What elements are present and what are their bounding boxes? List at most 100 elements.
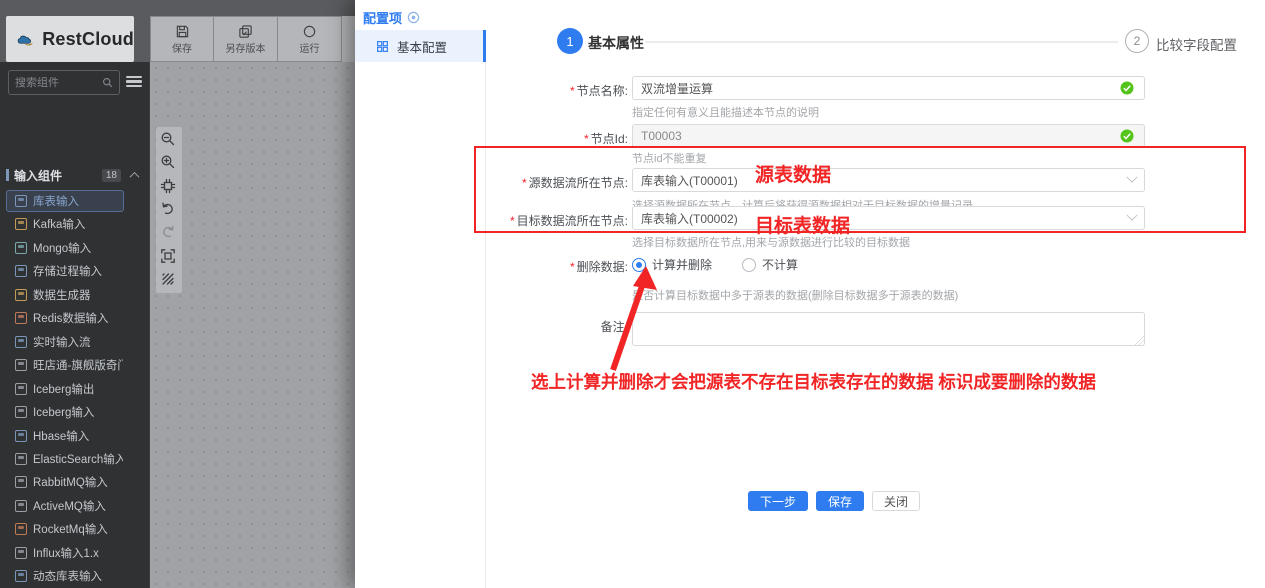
run-button[interactable]: 运行 <box>278 16 342 62</box>
grid-icon <box>377 40 388 52</box>
node-name-input[interactable]: 双流增量运算 <box>632 76 1145 100</box>
sidebar-item[interactable]: 数据生成器 <box>6 284 124 306</box>
canvas-tool-strip <box>156 127 182 293</box>
cloud-logo-icon <box>17 35 33 46</box>
influx-input-icon <box>15 546 27 559</box>
flow-designer-screen: RestCloud 保存 另存版本 运行 搜索组件 输入组件 18 库表输入 K… <box>0 0 1265 588</box>
sidebar-item[interactable]: Iceberg输出 <box>6 378 124 400</box>
node-id-input: T00003 <box>632 124 1145 148</box>
target-node-select[interactable]: 库表输入(T00002) <box>632 206 1145 230</box>
sidebar-item[interactable]: Mongo输入 <box>6 237 124 259</box>
brand-name: RestCloud <box>42 28 134 49</box>
count-badge: 18 <box>101 168 121 182</box>
field-help: 指定任何有意义且能描述本节点的说明 <box>632 107 819 119</box>
field-help: 节点id不能重复 <box>632 153 707 165</box>
sidebar-item[interactable]: Kafka输入 <box>6 213 124 235</box>
save-version-button[interactable]: 另存版本 <box>214 16 278 62</box>
target-circle-icon <box>407 11 420 24</box>
sidebar-item[interactable]: ActiveMQ输入 <box>6 495 124 517</box>
data-generator-icon <box>15 288 27 301</box>
sidebar-item[interactable]: 实时输入流 <box>6 331 124 353</box>
sidebar-item[interactable]: 库表输入 <box>6 190 124 212</box>
source-node-select[interactable]: 库表输入(T00001) <box>632 168 1145 192</box>
annotation-source-table: 源表数据 <box>755 165 832 186</box>
iceberg-output-icon <box>15 382 27 395</box>
search-icon <box>103 78 113 88</box>
sidebar-section-input[interactable]: 输入组件 18 <box>0 166 150 184</box>
save-version-icon <box>239 24 252 38</box>
chevron-down-icon <box>1126 209 1138 221</box>
component-search[interactable] <box>8 70 120 95</box>
field-label-source-node: * 源数据流所在节点: <box>521 176 628 190</box>
hbase-input-icon <box>15 429 27 442</box>
dimmed-workspace: RestCloud 保存 另存版本 运行 搜索组件 输入组件 18 库表输入 K… <box>0 0 355 588</box>
rocketmq-input-icon <box>15 523 27 536</box>
redis-input-icon <box>15 312 27 325</box>
zoom-in-icon[interactable] <box>160 154 178 172</box>
radio-no-calc[interactable] <box>742 257 757 272</box>
sidebar-item[interactable]: Hbase输入 <box>6 425 124 447</box>
fit-view-icon[interactable] <box>160 178 178 196</box>
undo-icon[interactable] <box>160 201 178 219</box>
sidebar-item[interactable]: 旺店通-旗舰版奇门… <box>6 354 124 376</box>
fullscreen-icon[interactable] <box>160 248 178 266</box>
chevron-up-icon <box>129 171 140 182</box>
step-connector <box>645 41 1118 43</box>
sidebar-item[interactable]: Redis数据输入 <box>6 307 124 329</box>
close-button[interactable]: 关闭 <box>872 491 921 511</box>
field-label-target-node: * 目标数据流所在节点: <box>509 214 628 228</box>
save-icon <box>176 25 188 37</box>
sidebar-item[interactable]: ElasticSearch输入 <box>6 448 124 470</box>
field-label-node-name: * 节点名称: <box>569 84 628 98</box>
component-sidebar: 输入组件 18 库表输入 Kafka输入 Mongo输入 存储过程输入 数据生成… <box>0 62 150 588</box>
brand-logo: RestCloud <box>6 16 134 62</box>
kafka-input-icon <box>15 218 27 231</box>
radio-calc-delete[interactable] <box>632 257 646 272</box>
wdt-input-icon <box>15 359 27 372</box>
redo-icon <box>160 224 178 242</box>
save-button[interactable]: 保存 <box>150 16 214 62</box>
sidebar-item[interactable]: 存储过程输入 <box>6 260 124 282</box>
flow-canvas[interactable] <box>150 62 355 588</box>
field-label-remark: 备注: <box>600 320 628 334</box>
grid-toggle-icon[interactable] <box>160 271 178 289</box>
sidebar-item[interactable]: RabbitMQ输入 <box>6 471 124 493</box>
chevron-down-icon <box>1126 171 1138 183</box>
sidebar-item[interactable]: Iceberg输入 <box>6 401 124 423</box>
drawer-footer: 下一步 保存 关闭 <box>748 491 921 511</box>
search-input[interactable] <box>15 76 102 89</box>
menu-item-basic-config[interactable]: 基本配置 <box>355 30 486 62</box>
delete-data-radio-group: 计算并删除 不计算 <box>632 256 798 273</box>
sidebar-item[interactable]: RocketMq输入 <box>6 518 124 540</box>
iceberg-input-icon <box>15 406 27 419</box>
save-config-button[interactable]: 保存 <box>816 491 865 511</box>
table-input-icon <box>15 195 27 207</box>
green-check-icon <box>1120 129 1134 143</box>
mongo-input-icon <box>15 241 27 254</box>
run-icon <box>303 25 316 37</box>
annotation-bottom-note: 选上计算并删除才会把源表不存在目标表存在的数据 标识成要删除的数据 <box>531 372 1096 392</box>
field-label-delete-data: * 删除数据: <box>569 260 628 274</box>
field-label-node-id: * 节点Id: <box>583 132 628 146</box>
config-drawer: 配置项 基本配置 1 基本属性 2 比较字段配置 * 节点名称: 双流增量运算 指… <box>355 0 1265 588</box>
sidebar-item[interactable]: Influx输入1.x <box>6 542 124 564</box>
remark-textarea[interactable] <box>632 312 1145 346</box>
divider <box>485 62 486 588</box>
step-1-label: 基本属性 <box>588 35 644 51</box>
green-check-icon <box>1120 81 1134 95</box>
zoom-out-icon[interactable] <box>160 131 178 149</box>
designer-header: RestCloud 保存 另存版本 运行 <box>0 0 355 62</box>
step-1-indicator: 1 <box>557 28 583 54</box>
annotation-target-table: 目标表数据 <box>755 216 851 237</box>
step-2-label: 比较字段配置 <box>1156 38 1237 53</box>
drawer-title: 配置项 <box>363 8 420 27</box>
activemq-input-icon <box>15 499 27 512</box>
next-step-button[interactable]: 下一步 <box>748 491 809 511</box>
designer-toolbar: 保存 另存版本 运行 <box>150 16 355 62</box>
dynamic-table-input-icon <box>15 570 27 583</box>
procedure-input-icon <box>15 265 27 278</box>
list-view-icon[interactable] <box>126 74 142 90</box>
elasticsearch-input-icon <box>15 452 27 465</box>
rabbitmq-input-icon <box>15 476 27 489</box>
sidebar-item[interactable]: 动态库表输入 <box>6 565 124 587</box>
